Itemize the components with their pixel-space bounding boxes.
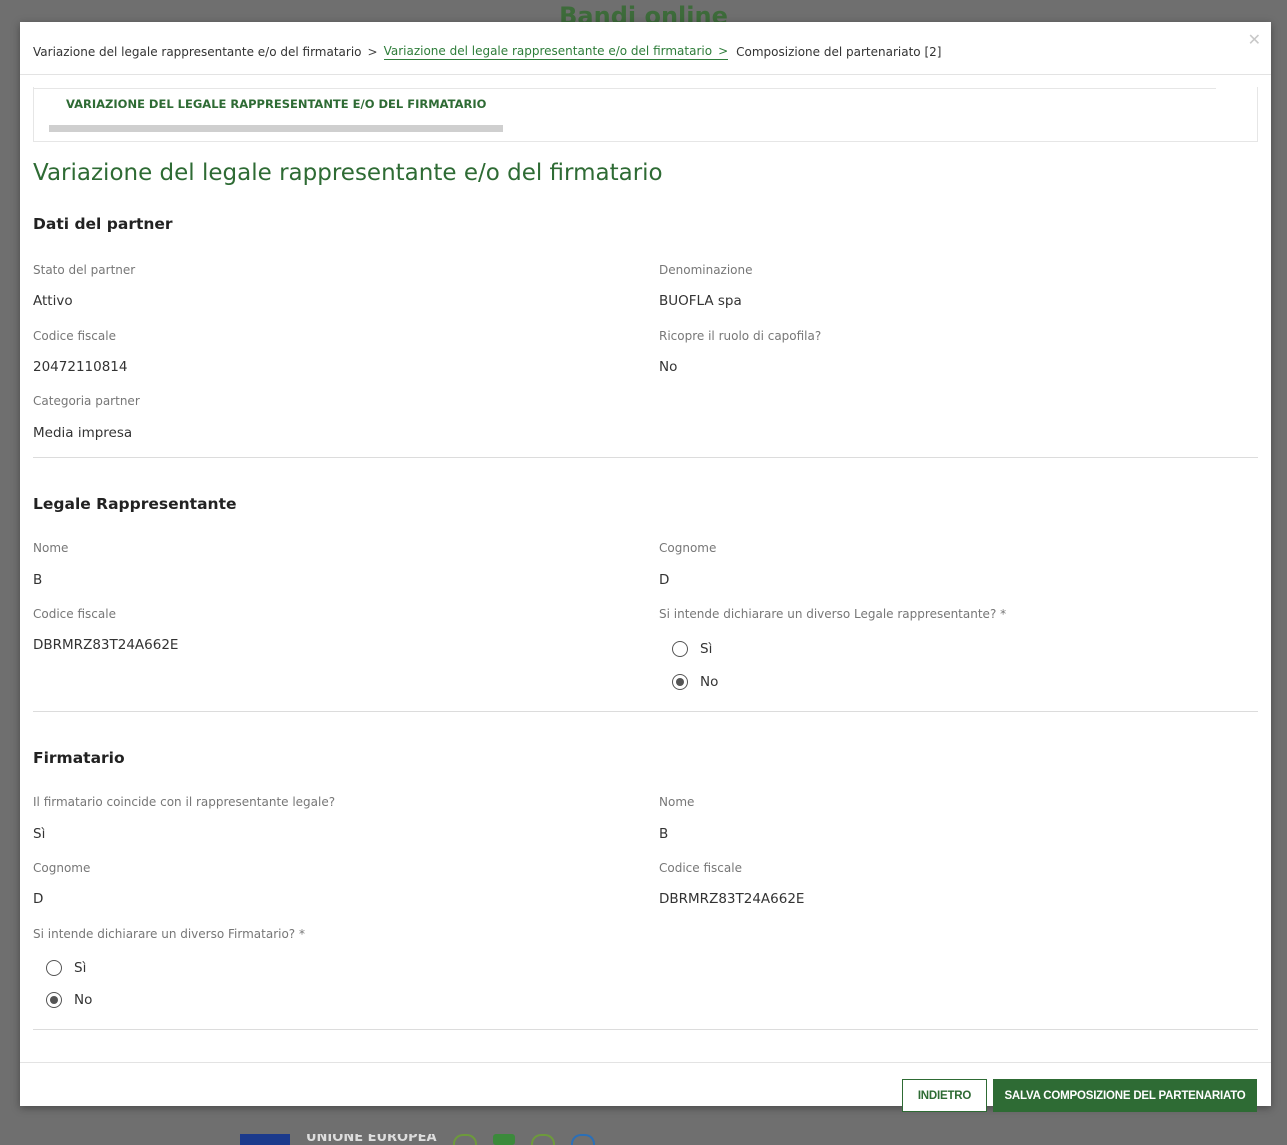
step-indicator: VARIAZIONE DEL LEGALE RAPPRESENTANTE E/O… [33,87,1258,142]
label-nome-legale: Nome [33,541,69,555]
label-denominazione: Denominazione [659,263,753,277]
label-cognome-legale: Cognome [659,541,717,555]
partner-logo [452,1134,477,1145]
section-title-partner: Dati del partner [33,215,173,233]
partner-logo [492,1134,515,1145]
radio-button[interactable] [672,641,688,657]
value-cognome-legale: D [659,572,670,588]
eu-label: UNIONE EUROPEA [306,1134,437,1145]
radio-legale-si[interactable]: Sì [672,641,712,657]
label-codice-fiscale-partner: Codice fiscale [33,329,116,343]
breadcrumb-separator: > [367,45,378,59]
label-diverso-legale: Si intende dichiarare un diverso Legale … [659,607,1007,621]
value-coincide: Sì [33,826,46,842]
divider [33,711,1258,712]
back-button[interactable]: INDIETRO [902,1079,987,1112]
section-title-firmatario: Firmatario [33,749,125,767]
value-categoria-partner: Media impresa [33,425,133,441]
divider [20,74,1271,75]
label-categoria-partner: Categoria partner [33,394,140,408]
partner-logo [530,1134,555,1145]
eu-flag-logo [240,1134,290,1145]
divider [20,1062,1271,1063]
value-codice-fiscale-firmatario: DBRMRZ83T24A662E [659,891,805,907]
label-stato-partner: Stato del partner [33,263,136,277]
value-capofila: No [659,359,678,375]
radio-button-checked[interactable] [46,992,62,1008]
breadcrumb: Variazione del legale rappresentante e/o… [33,40,941,64]
label-codice-fiscale-legale: Codice fiscale [33,607,116,621]
page-title: Variazione del legale rappresentante e/o… [33,160,663,186]
label-coincide: Il firmatario coincide con il rappresent… [33,795,336,809]
site-footer-logos: UNIONE EUROPEA [240,1134,595,1145]
modal-dialog: ✕ Variazione del legale rappresentante e… [20,22,1271,1112]
close-icon[interactable]: ✕ [1248,32,1261,48]
divider [33,1029,1258,1030]
save-partnership-button[interactable]: SALVA COMPOSIZIONE DEL PARTENARIATO [993,1079,1257,1112]
radio-firmatario-si[interactable]: Sì [46,960,86,976]
value-codice-fiscale-legale: DBRMRZ83T24A662E [33,637,179,653]
label-cognome-firmatario: Cognome [33,861,91,875]
value-cognome-firmatario: D [33,891,44,907]
radio-legale-no[interactable]: No [672,674,718,690]
value-stato-partner: Attivo [33,293,73,309]
value-nome-legale: B [33,572,43,588]
label-codice-fiscale-firmatario: Codice fiscale [659,861,742,875]
breadcrumb-item[interactable]: Composizione del partenariato [2] [736,45,941,59]
radio-button-checked[interactable] [672,674,688,690]
value-codice-fiscale-partner: 20472110814 [33,359,128,375]
label-diverso-firmatario: Si intende dichiarare un diverso Firmata… [33,927,305,941]
site-title: Bandi online [559,2,728,22]
value-denominazione: BUOFLA spa [659,293,742,309]
step-progress-bar [49,125,503,132]
label-nome-firmatario: Nome [659,795,695,809]
radio-firmatario-no[interactable]: No [46,992,92,1008]
breadcrumb-item-current[interactable]: Variazione del legale rappresentante e/o… [383,44,729,60]
partner-logo [570,1134,595,1145]
section-title-legale: Legale Rappresentante [33,495,237,513]
label-capofila: Ricopre il ruolo di capofila? [659,329,822,343]
divider [33,457,1258,458]
breadcrumb-item[interactable]: Variazione del legale rappresentante e/o… [33,45,362,59]
value-nome-firmatario: B [659,826,669,842]
step-label[interactable]: VARIAZIONE DEL LEGALE RAPPRESENTANTE E/O… [66,97,486,111]
radio-button[interactable] [46,960,62,976]
